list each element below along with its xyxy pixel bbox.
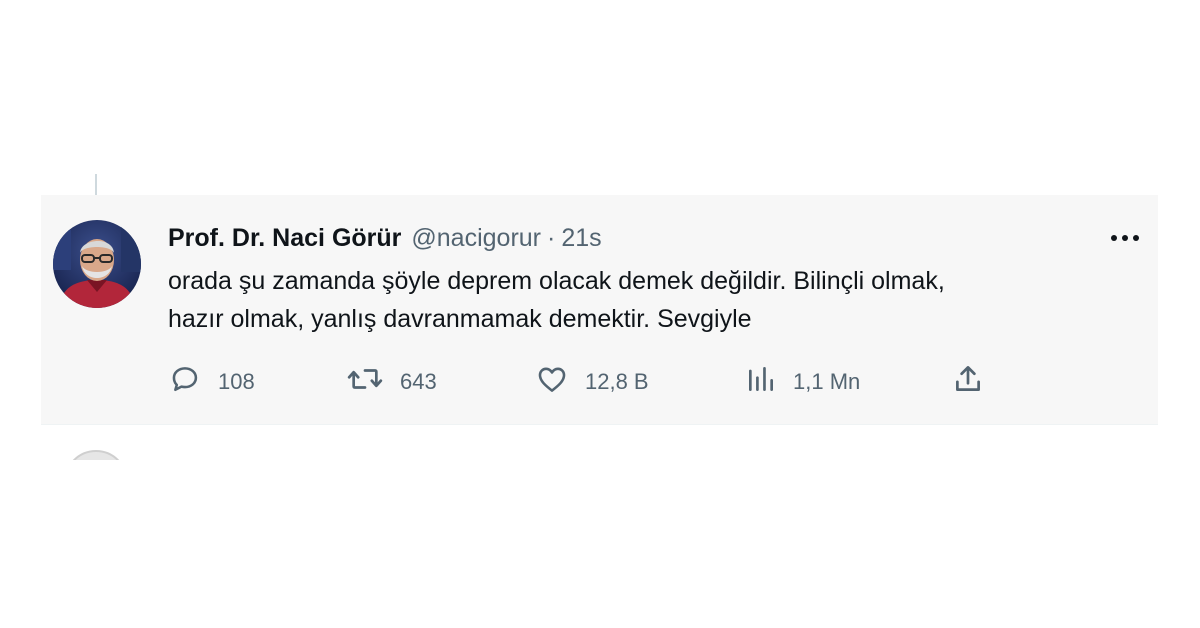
views-button[interactable]: 1,1 Mn <box>745 362 860 402</box>
views-count: 1,1 Mn <box>793 369 861 394</box>
tweet-timestamp[interactable]: 21s <box>561 224 601 253</box>
tweet-actions-bar: 108 643 12,8 B 1,1 Mn <box>0 362 1200 402</box>
tweet-text-line: hazır olmak, yanlış davranmamak demektir… <box>168 305 752 333</box>
heart-icon <box>535 362 569 402</box>
author-handle[interactable]: @nacigorur <box>411 224 541 253</box>
share-icon <box>951 362 985 402</box>
tweet-text: orada şu zamanda şöyle deprem olacak dem… <box>168 262 1128 338</box>
retweet-icon <box>346 362 384 402</box>
share-button[interactable] <box>951 362 985 402</box>
reply-button[interactable]: 108 <box>168 362 255 402</box>
reply-count: 108 <box>218 369 255 394</box>
like-button[interactable]: 12,8 B <box>535 362 649 402</box>
avatar[interactable] <box>53 220 141 308</box>
more-horizontal-icon[interactable] <box>1108 226 1142 250</box>
tweet-header: Prof. Dr. Naci Görür @nacigorur · 21s <box>168 222 602 254</box>
retweet-count: 643 <box>400 369 437 394</box>
like-count: 12,8 B <box>585 369 649 394</box>
views-chart-icon <box>745 362 777 402</box>
header-separator: · <box>547 223 556 252</box>
retweet-button[interactable]: 643 <box>346 362 437 402</box>
tweet-page: Prof. Dr. Naci Görür @nacigorur · 21s or… <box>0 0 1200 628</box>
tweet-text-line: orada şu zamanda şöyle deprem olacak dem… <box>168 267 945 295</box>
next-tweet-avatar[interactable] <box>64 450 128 460</box>
author-name[interactable]: Prof. Dr. Naci Görür <box>168 224 401 253</box>
reply-icon <box>168 362 202 402</box>
